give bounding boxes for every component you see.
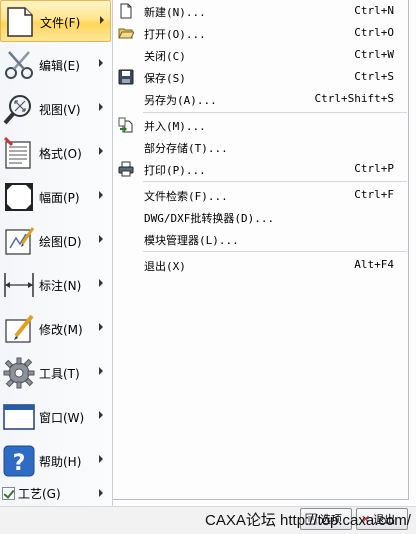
main-menu-item-view[interactable]: 视图(V)	[0, 88, 111, 130]
main-menu-item-window[interactable]: 窗口(W)	[0, 396, 111, 438]
menu-separator	[143, 181, 407, 182]
watermark-text: CAXA论坛 http://top.caxa.com/	[205, 512, 411, 529]
main-menu-label: 修改(M)	[39, 323, 83, 337]
gear-icon	[3, 357, 35, 389]
submenu-arrow-icon	[99, 147, 103, 155]
menu-item-exit[interactable]: 退出(X) Alt+F4	[113, 255, 407, 275]
main-menu-label: 帮助(H)	[39, 455, 82, 469]
submenu-arrow-icon	[99, 411, 103, 419]
open-folder-icon	[118, 28, 134, 39]
submenu-arrow-icon	[99, 455, 103, 463]
main-menu-panel: 文件(F) 编辑(E) 视图(V) 格式(O) 幅面(P) 绘图(D) 标注(N…	[0, 0, 113, 506]
main-menu-label: 绘图(D)	[39, 235, 82, 249]
draw-icon	[5, 227, 35, 255]
menu-item-new[interactable]: 新建(N)... Ctrl+N	[113, 1, 407, 21]
help-icon: ?	[3, 445, 35, 477]
dimension-icon	[4, 273, 34, 297]
scissors-icon	[5, 51, 33, 79]
submenu-arrow-icon	[100, 16, 104, 24]
main-menu-item-help[interactable]: ? 帮助(H)	[0, 440, 111, 482]
save-icon	[118, 69, 134, 85]
main-menu-label: 标注(N)	[39, 279, 82, 293]
menu-item-dwg-converter[interactable]: DWG/DXF批转换器(D)...	[113, 207, 407, 227]
window-icon	[3, 404, 35, 430]
menu-item-close[interactable]: 关闭(C) Ctrl+W	[113, 45, 407, 65]
menu-separator	[143, 112, 407, 113]
submenu-arrow-icon	[99, 191, 103, 199]
menu-item-partial-save[interactable]: 部分存储(T)...	[113, 137, 407, 157]
main-menu-item-tools[interactable]: 工具(T)	[0, 352, 111, 394]
zoom-icon	[3, 95, 31, 125]
svg-text:?: ?	[13, 451, 26, 476]
main-menu-label: 文件(F)	[40, 16, 81, 30]
menu-item-merge[interactable]: 并入(M)...	[113, 115, 407, 135]
main-menu-label: 工艺(G)	[18, 486, 61, 501]
checkbox-icon	[2, 486, 15, 500]
print-icon	[118, 161, 134, 177]
submenu-arrow-icon	[99, 59, 103, 67]
submenu-arrow-icon	[99, 489, 103, 497]
submenu-arrow-icon	[99, 279, 103, 287]
main-menu-label: 工具(T)	[39, 367, 80, 381]
menu-separator	[143, 251, 407, 252]
main-menu-label: 格式(O)	[39, 147, 82, 161]
file-submenu: 新建(N)... Ctrl+N 打开(O)... Ctrl+O 关闭(C) Ct…	[113, 0, 409, 500]
submenu-arrow-icon	[99, 235, 103, 243]
format-icon	[3, 136, 31, 169]
submenu-arrow-icon	[99, 103, 103, 111]
menu-item-print[interactable]: 打印(P)... Ctrl+P	[113, 159, 407, 179]
main-menu-item-modify[interactable]: 修改(M)	[0, 308, 111, 350]
menu-item-open[interactable]: 打开(O)... Ctrl+O	[113, 23, 407, 43]
menu-item-module-manager[interactable]: 模块管理器(L)...	[113, 229, 407, 249]
submenu-arrow-icon	[99, 367, 103, 375]
main-menu-item-dimension[interactable]: 标注(N)	[0, 264, 111, 306]
main-menu-item-edit[interactable]: 编辑(E)	[0, 44, 111, 86]
main-menu-label: 窗口(W)	[39, 411, 85, 425]
document-icon	[7, 7, 33, 37]
main-menu-item-format[interactable]: 格式(O)	[0, 132, 111, 174]
menu-item-file-search[interactable]: 文件检索(F)... Ctrl+F	[113, 185, 407, 205]
main-menu-item-file[interactable]: 文件(F)	[0, 0, 111, 42]
new-file-icon	[120, 3, 132, 19]
menu-item-save[interactable]: 保存(S) Ctrl+S	[113, 67, 407, 87]
modify-icon	[5, 314, 34, 343]
merge-icon	[118, 117, 133, 133]
main-menu-label: 视图(V)	[39, 103, 81, 117]
main-menu-item-craft[interactable]: 工艺(G)	[2, 484, 103, 502]
main-menu-label: 幅面(P)	[39, 191, 80, 205]
main-menu-item-sheet[interactable]: 幅面(P)	[0, 176, 111, 218]
main-menu-item-draw[interactable]: 绘图(D)	[0, 220, 111, 262]
frame-icon	[5, 183, 33, 211]
menu-item-save-as[interactable]: 另存为(A)... Ctrl+Shift+S	[113, 89, 407, 109]
main-menu-label: 编辑(E)	[39, 59, 80, 73]
submenu-arrow-icon	[99, 323, 103, 331]
